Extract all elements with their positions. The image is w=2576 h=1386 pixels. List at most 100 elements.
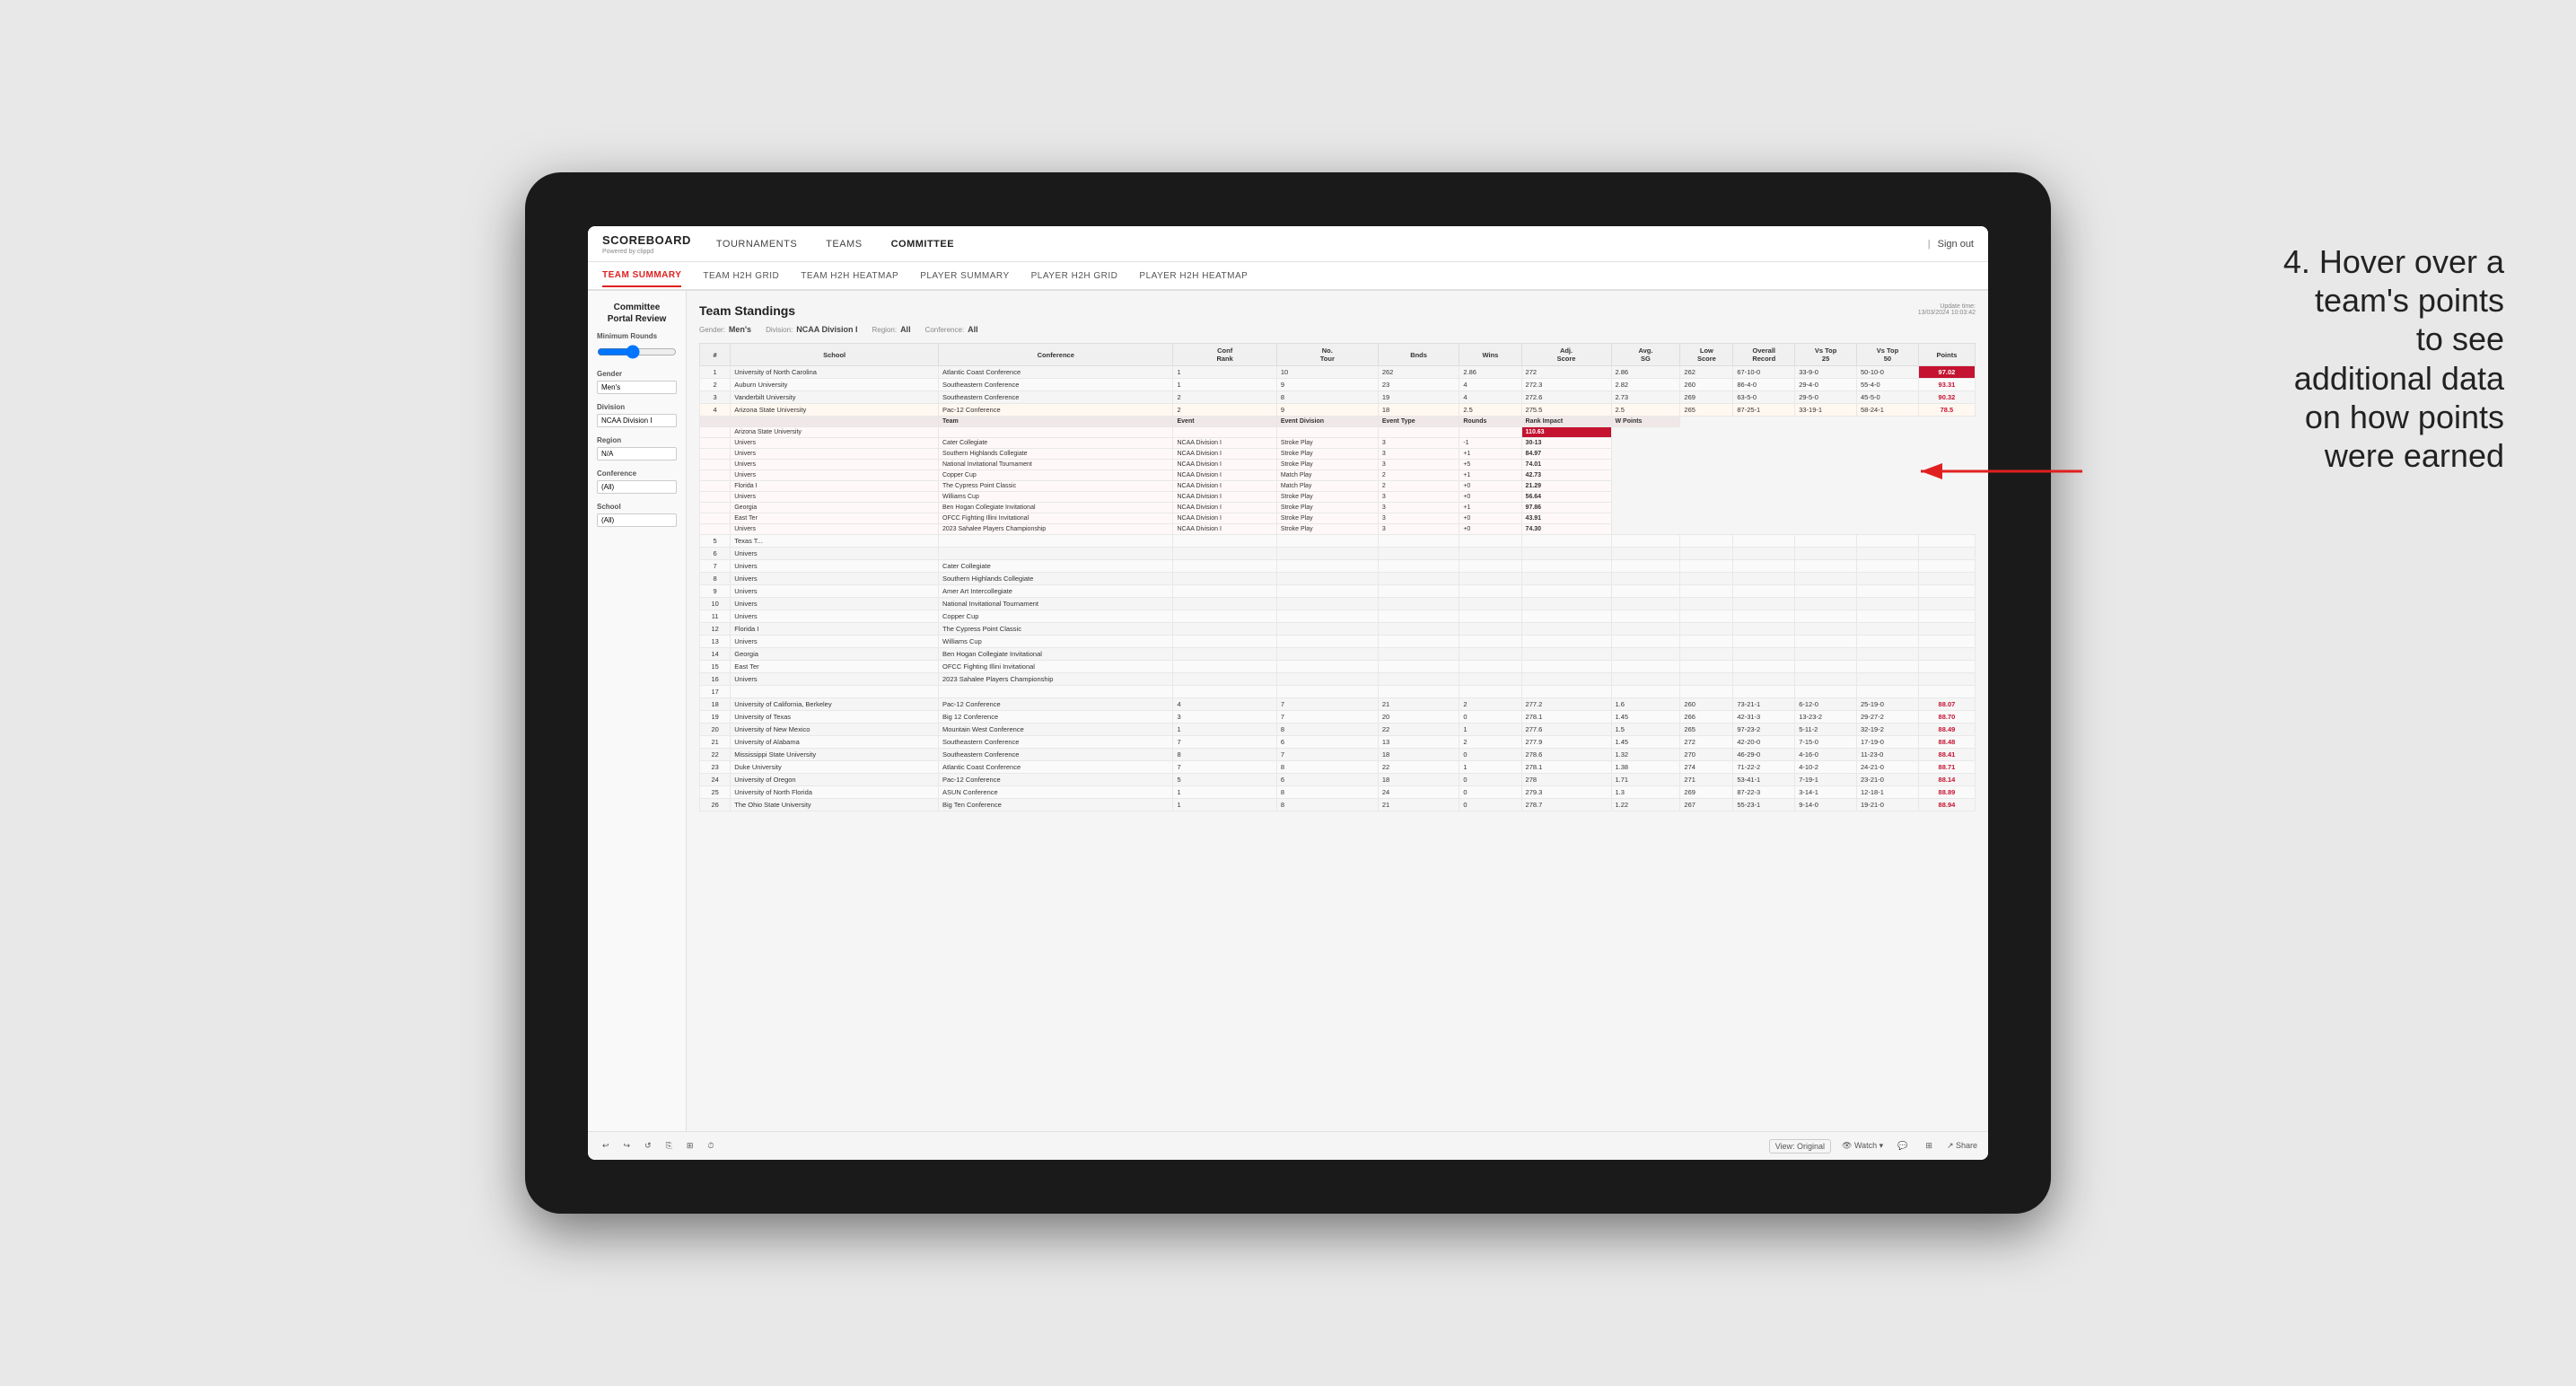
tab-player-summary[interactable]: PLAYER SUMMARY (920, 266, 1009, 286)
points-cell[interactable]: 88.70 (1918, 711, 1975, 724)
table-row[interactable]: 18University of California, BerkeleyPac-… (700, 698, 1976, 711)
points-cell[interactable] (1918, 661, 1975, 673)
watch-button[interactable]: 👁 Watch ▾ (1842, 1141, 1883, 1151)
table-cell: 272.6 (1521, 391, 1611, 404)
table-cell (1173, 673, 1276, 686)
table-cell (1521, 623, 1611, 636)
nav-teams[interactable]: TEAMS (822, 239, 865, 250)
points-cell[interactable] (1918, 535, 1975, 548)
share-button[interactable]: ↗ Share (1947, 1141, 1977, 1151)
min-rounds-slider[interactable] (597, 345, 677, 359)
points-cell[interactable] (1918, 598, 1975, 610)
table-row[interactable]: 2Auburn UniversitySoutheastern Conferenc… (700, 379, 1976, 391)
table-cell: Univers (731, 610, 939, 623)
table-row[interactable]: 3Vanderbilt UniversitySoutheastern Confe… (700, 391, 1976, 404)
tab-team-summary[interactable]: TEAM SUMMARY (602, 265, 681, 287)
table-row[interactable]: 14GeorgiaBen Hogan Collegiate Invitation… (700, 648, 1976, 661)
view-original-button[interactable]: View: Original (1769, 1139, 1831, 1154)
table-cell: 267 (1680, 799, 1733, 811)
table-row[interactable]: 20University of New MexicoMountain West … (700, 724, 1976, 736)
table-cell (1857, 585, 1919, 598)
table-cell: 4 (1173, 698, 1276, 711)
table-row[interactable]: 13UniversWilliams Cup (700, 636, 1976, 648)
expanded-cell: NCAA Division I (1173, 524, 1276, 535)
points-cell[interactable]: 88.49 (1918, 724, 1975, 736)
table-row[interactable]: 16Univers2023 Sahalee Players Championsh… (700, 673, 1976, 686)
table-row[interactable]: 12Florida IThe Cypress Point Classic (700, 623, 1976, 636)
table-row[interactable]: 11UniversCopper Cup (700, 610, 1976, 623)
table-row[interactable]: 6Univers (700, 548, 1976, 560)
table-cell (1276, 636, 1378, 648)
table-row[interactable]: 5Texas T... (700, 535, 1976, 548)
table-cell: 278 (1521, 774, 1611, 786)
table-row[interactable]: 17 (700, 686, 1976, 698)
tab-team-h2h-grid[interactable]: TEAM H2H GRID (703, 266, 779, 286)
reset-button[interactable]: ↺ (641, 1139, 655, 1153)
points-cell[interactable] (1918, 560, 1975, 573)
table-row[interactable]: 15East TerOFCC Fighting Illini Invitatio… (700, 661, 1976, 673)
table-cell (731, 686, 939, 698)
table-cell (1733, 686, 1795, 698)
points-cell[interactable]: 88.07 (1918, 698, 1975, 711)
sidebar-title: CommitteePortal Review (597, 302, 677, 325)
table-cell: 21 (700, 736, 731, 749)
table-row[interactable]: 4Arizona State UniversityPac-12 Conferen… (700, 404, 1976, 417)
table-cell: 24 (700, 774, 731, 786)
points-cell[interactable]: 88.94 (1918, 799, 1975, 811)
table-row[interactable]: 26The Ohio State UniversityBig Ten Confe… (700, 799, 1976, 811)
table-row[interactable]: 24University of OregonPac-12 Conference5… (700, 774, 1976, 786)
table-row[interactable]: 9UniversAmer Art Intercollegiate (700, 585, 1976, 598)
table-cell: Copper Cup (939, 610, 1173, 623)
table-cell (1378, 573, 1459, 585)
th-low-score: LowScore (1680, 344, 1733, 366)
table-cell: Pac-12 Conference (939, 774, 1173, 786)
table-row[interactable]: 25University of North FloridaASUN Confer… (700, 786, 1976, 799)
school-select[interactable]: (All) (597, 513, 677, 527)
nav-tournaments[interactable]: TOURNAMENTS (713, 239, 801, 250)
table-row[interactable]: 8UniversSouthern Highlands Collegiate (700, 573, 1976, 585)
points-cell[interactable] (1918, 648, 1975, 661)
points-cell[interactable]: 88.41 (1918, 749, 1975, 761)
conference-select[interactable]: (All) ACC (597, 480, 677, 494)
points-cell[interactable]: 88.48 (1918, 736, 1975, 749)
points-cell[interactable] (1918, 610, 1975, 623)
table-row[interactable]: 22Mississippi State UniversitySoutheaste… (700, 749, 1976, 761)
table-row[interactable]: 10UniversNational Invitational Tournamen… (700, 598, 1976, 610)
points-cell[interactable]: 88.89 (1918, 786, 1975, 799)
points-cell[interactable]: 88.71 (1918, 761, 1975, 774)
points-cell[interactable] (1918, 686, 1975, 698)
points-cell[interactable] (1918, 636, 1975, 648)
nav-committee[interactable]: COMMITTEE (888, 239, 959, 250)
gender-select[interactable]: Men's Women's (597, 381, 677, 394)
points-cell[interactable] (1918, 673, 1975, 686)
points-cell[interactable]: 93.31 (1918, 379, 1975, 391)
table-cell: National Invitational Tournament (939, 598, 1173, 610)
points-cell[interactable] (1918, 585, 1975, 598)
table-row[interactable]: 21University of AlabamaSoutheastern Conf… (700, 736, 1976, 749)
points-cell[interactable] (1918, 573, 1975, 585)
table-row[interactable]: 7UniversCater Collegiate (700, 560, 1976, 573)
copy-button[interactable]: ⎘ (662, 1139, 676, 1153)
tab-player-h2h-heatmap[interactable]: PLAYER H2H HEATMAP (1139, 266, 1248, 286)
tab-team-h2h-heatmap[interactable]: TEAM H2H HEATMAP (801, 266, 898, 286)
undo-button[interactable]: ↩ (599, 1139, 613, 1153)
feedback-button[interactable]: 💬 (1894, 1139, 1911, 1153)
table-cell: 1 (1459, 761, 1521, 774)
sign-out-button[interactable]: Sign out (1938, 239, 1974, 250)
options-button[interactable]: ⊞ (683, 1139, 697, 1153)
points-cell[interactable]: 97.02 (1918, 366, 1975, 379)
points-cell[interactable]: 78.5 (1918, 404, 1975, 417)
division-select[interactable]: NCAA Division I NCAA Division II (597, 414, 677, 427)
table-row[interactable]: 1University of North CarolinaAtlantic Co… (700, 366, 1976, 379)
points-cell[interactable] (1918, 623, 1975, 636)
points-cell[interactable] (1918, 548, 1975, 560)
table-row[interactable]: 19University of TexasBig 12 Conference37… (700, 711, 1976, 724)
table-row[interactable]: 23Duke UniversityAtlantic Coast Conferen… (700, 761, 1976, 774)
table-cell (1173, 623, 1276, 636)
redo-button[interactable]: ↪ (620, 1139, 635, 1153)
points-cell[interactable]: 88.14 (1918, 774, 1975, 786)
grid-options-button[interactable]: ⊞ (1922, 1139, 1936, 1153)
points-cell[interactable]: 90.32 (1918, 391, 1975, 404)
tab-player-h2h-grid[interactable]: PLAYER H2H GRID (1031, 266, 1118, 286)
region-select[interactable]: N/A East (597, 447, 677, 461)
